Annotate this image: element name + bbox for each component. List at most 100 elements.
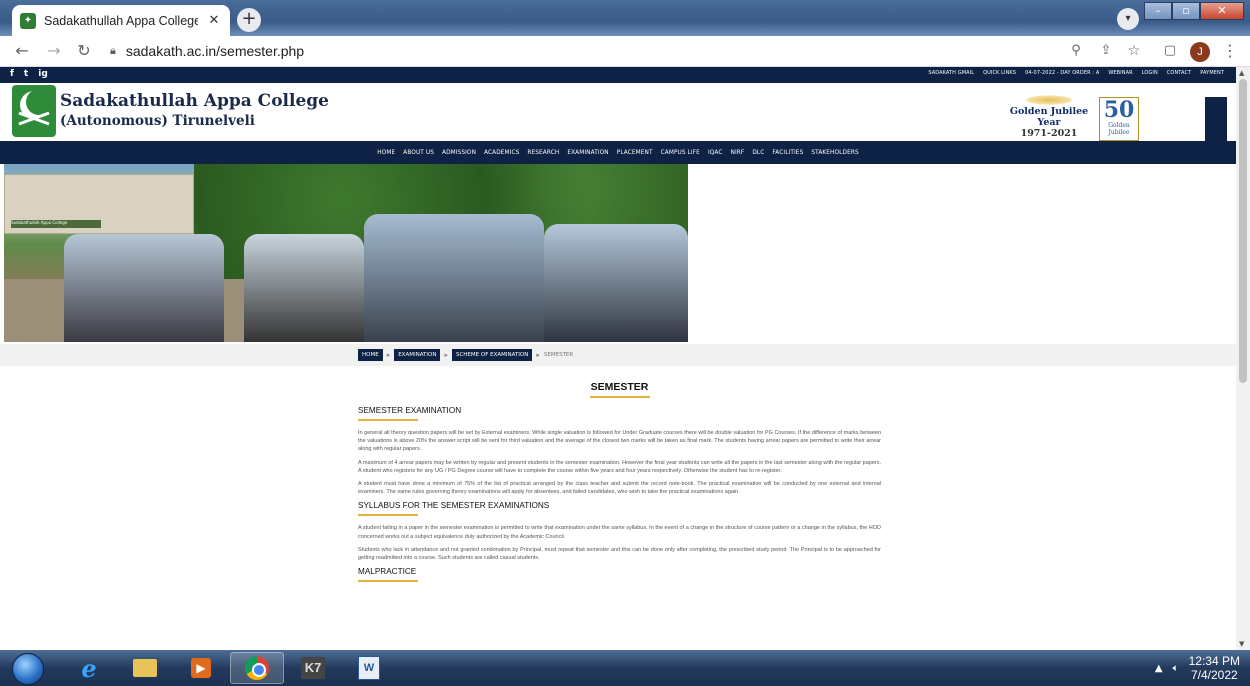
header-decor-block bbox=[1205, 97, 1227, 141]
new-tab-button[interactable]: + bbox=[237, 8, 261, 32]
top-strip: f t ig SADAKATH GMAIL QUICK LINKS 04-07-… bbox=[0, 67, 1236, 83]
nav-nirf[interactable]: NIRF bbox=[731, 150, 745, 156]
url-field[interactable]: 🔒︎ sadakath.ac.in/semester.php bbox=[110, 40, 1110, 63]
jubilee-years: 1971-2021 bbox=[1020, 128, 1078, 139]
top-link-login[interactable]: LOGIN bbox=[1142, 70, 1158, 76]
system-tray: ▲ 🔈︎ 12:34 PM 7/4/2022 bbox=[1155, 654, 1240, 682]
paragraph: A student failing in a paper in the seme… bbox=[358, 525, 881, 540]
section-heading: SEMESTER EXAMINATION bbox=[358, 406, 462, 415]
breadcrumb-separator-icon: ▸ bbox=[386, 351, 391, 359]
section-heading: SYLLABUS FOR THE SEMESTER EXAMINATIONS bbox=[358, 501, 550, 511]
page-scrollbar[interactable]: ▲ ▼ bbox=[1236, 67, 1250, 650]
twitter-icon[interactable]: t bbox=[24, 69, 28, 79]
internet-explorer-icon[interactable]: e bbox=[62, 652, 116, 684]
window-controls: – ▫ ✕ bbox=[1144, 2, 1244, 20]
browser-titlebar: ✦ Sadakathullah Appa College, Pala ✕ + ▾… bbox=[0, 0, 1250, 36]
nav-campus-life[interactable]: CAMPUS LIFE bbox=[661, 150, 700, 156]
nav-admission[interactable]: ADMISSION bbox=[442, 150, 476, 156]
nav-dlc[interactable]: DLC bbox=[752, 150, 764, 156]
nav-placement[interactable]: PLACEMENT bbox=[617, 150, 653, 156]
fifty-caption: Golden Jubilee bbox=[1108, 122, 1130, 136]
breadcrumb-scheme[interactable]: SCHEME OF EXAMINATION bbox=[451, 349, 533, 361]
maximize-button[interactable]: ▫ bbox=[1172, 2, 1200, 20]
address-bar-row: ← → ↻ 🔒︎ sadakath.ac.in/semester.php ⚲ ⇪… bbox=[0, 36, 1250, 67]
top-link-payment[interactable]: PAYMENT bbox=[1200, 70, 1224, 76]
clock[interactable]: 12:34 PM 7/4/2022 bbox=[1189, 654, 1240, 682]
paragraph: A student must have done a minimum of 75… bbox=[358, 481, 881, 496]
golden-jubilee-badge: Golden Jubilee Year 1971-2021 bbox=[999, 95, 1099, 139]
scroll-down-icon[interactable]: ▼ bbox=[1239, 640, 1244, 648]
college-subtitle: (Autonomous) Tirunelveli bbox=[60, 113, 255, 129]
college-name: Sadakathullah Appa College bbox=[60, 91, 329, 111]
bookmark-star-icon[interactable]: ☆ bbox=[1124, 41, 1144, 61]
breadcrumb-separator-icon: ▸ bbox=[536, 351, 540, 359]
window-close-button[interactable]: ✕ bbox=[1200, 2, 1244, 20]
main-navigation: HOME ABOUT US ADMISSION ACADEMICS RESEAR… bbox=[0, 141, 1236, 164]
page-title: SEMESTER bbox=[590, 381, 649, 393]
top-link-day-order: 04-07-2022 - DAY ORDER : A bbox=[1025, 70, 1100, 76]
breadcrumb-examination[interactable]: EXAMINATION bbox=[394, 349, 441, 361]
forward-icon[interactable]: → bbox=[44, 41, 64, 61]
paragraph: Students who lack in attendance and not … bbox=[358, 546, 881, 562]
facebook-icon[interactable]: f bbox=[10, 69, 14, 79]
nav-facilities[interactable]: FACILITIES bbox=[772, 150, 803, 156]
taskbar: e ▶ K7 W ▲ 🔈︎ 12:34 PM 7/4/2022 bbox=[0, 650, 1250, 686]
building-sign: Sadakathullah Appa College bbox=[11, 220, 101, 228]
reload-icon[interactable]: ↻ bbox=[74, 41, 94, 61]
top-link-contact[interactable]: CONTACT bbox=[1167, 70, 1191, 76]
breadcrumb: HOME ▸ EXAMINATION ▸ SCHEME OF EXAMINATI… bbox=[0, 344, 1236, 366]
tab-search-icon[interactable]: ▾ bbox=[1117, 8, 1139, 30]
scroll-up-icon[interactable]: ▲ bbox=[1239, 69, 1244, 77]
share-icon[interactable]: ⇪ bbox=[1096, 41, 1116, 61]
media-player-icon[interactable]: ▶ bbox=[174, 652, 228, 684]
main-content: SEMESTER SEMESTER EXAMINATION In general… bbox=[358, 373, 881, 590]
site-favicon-icon: ✦ bbox=[20, 12, 36, 29]
nav-stakeholders[interactable]: STAKEHOLDERS bbox=[811, 150, 858, 156]
banner-photo: Sadakathullah Appa College bbox=[4, 164, 688, 342]
nav-academics[interactable]: ACADEMICS bbox=[484, 150, 519, 156]
breadcrumb-home[interactable]: HOME bbox=[358, 349, 383, 361]
fifty-number: 50 bbox=[1103, 97, 1135, 123]
zoom-icon[interactable]: ⚲ bbox=[1066, 41, 1086, 61]
back-icon[interactable]: ← bbox=[12, 41, 32, 61]
nav-examination[interactable]: EXAMINATION bbox=[567, 150, 608, 156]
chrome-icon[interactable] bbox=[230, 652, 284, 684]
menu-kebab-icon[interactable]: ⋮ bbox=[1220, 41, 1240, 61]
top-link-webinar[interactable]: WEBINAR bbox=[1108, 70, 1132, 76]
top-link-quick-links[interactable]: QUICK LINKS bbox=[983, 70, 1016, 76]
nav-about-us[interactable]: ABOUT US bbox=[403, 150, 434, 156]
nav-research[interactable]: RESEARCH bbox=[527, 150, 559, 156]
tab-title: Sadakathullah Appa College, Pala bbox=[44, 13, 198, 28]
volume-icon[interactable]: 🔈︎ bbox=[1173, 663, 1179, 674]
section-heading: MALPRACTICE bbox=[358, 567, 417, 577]
jubilee-title: Golden Jubilee Year bbox=[1009, 106, 1089, 128]
minimize-button[interactable]: – bbox=[1144, 2, 1172, 20]
top-link-gmail[interactable]: SADAKATH GMAIL bbox=[928, 70, 974, 76]
profile-avatar[interactable]: J bbox=[1190, 42, 1210, 62]
fifty-years-logo: 50 Golden Jubilee bbox=[1099, 97, 1139, 141]
nav-home[interactable]: HOME bbox=[377, 150, 395, 156]
word-icon[interactable]: W bbox=[342, 652, 396, 684]
start-button[interactable] bbox=[12, 653, 44, 685]
show-hidden-icons-icon[interactable]: ▲ bbox=[1155, 663, 1163, 674]
lock-icon[interactable]: 🔒︎ bbox=[110, 40, 116, 63]
file-explorer-icon[interactable] bbox=[118, 652, 172, 684]
college-logo[interactable] bbox=[12, 85, 56, 137]
paragraph: In general all theory question papers wi… bbox=[358, 430, 881, 453]
url-text: sadakath.ac.in/semester.php bbox=[125, 43, 305, 59]
tab-close-icon[interactable]: ✕ bbox=[206, 13, 222, 28]
k7-antivirus-icon[interactable]: K7 bbox=[286, 652, 340, 684]
web-page: f t ig SADAKATH GMAIL QUICK LINKS 04-07-… bbox=[0, 67, 1236, 650]
side-panel-icon[interactable]: ▢ bbox=[1160, 41, 1180, 61]
clock-date: 7/4/2022 bbox=[1190, 668, 1238, 682]
top-links: SADAKATH GMAIL QUICK LINKS 04-07-2022 - … bbox=[928, 70, 1224, 76]
nav-iqac[interactable]: IQAC bbox=[708, 150, 723, 156]
breadcrumb-separator-icon: ▸ bbox=[444, 351, 448, 359]
instagram-icon[interactable]: ig bbox=[38, 69, 48, 79]
breadcrumb-current: SEMESTER bbox=[543, 352, 574, 358]
site-header: Sadakathullah Appa College (Autonomous) … bbox=[0, 83, 1236, 141]
browser-tab[interactable]: ✦ Sadakathullah Appa College, Pala ✕ bbox=[12, 5, 230, 36]
scrollbar-thumb[interactable] bbox=[1239, 79, 1247, 383]
paragraph: A maximum of 4 arrear papers may be writ… bbox=[358, 459, 881, 474]
social-links: f t ig bbox=[10, 69, 48, 79]
